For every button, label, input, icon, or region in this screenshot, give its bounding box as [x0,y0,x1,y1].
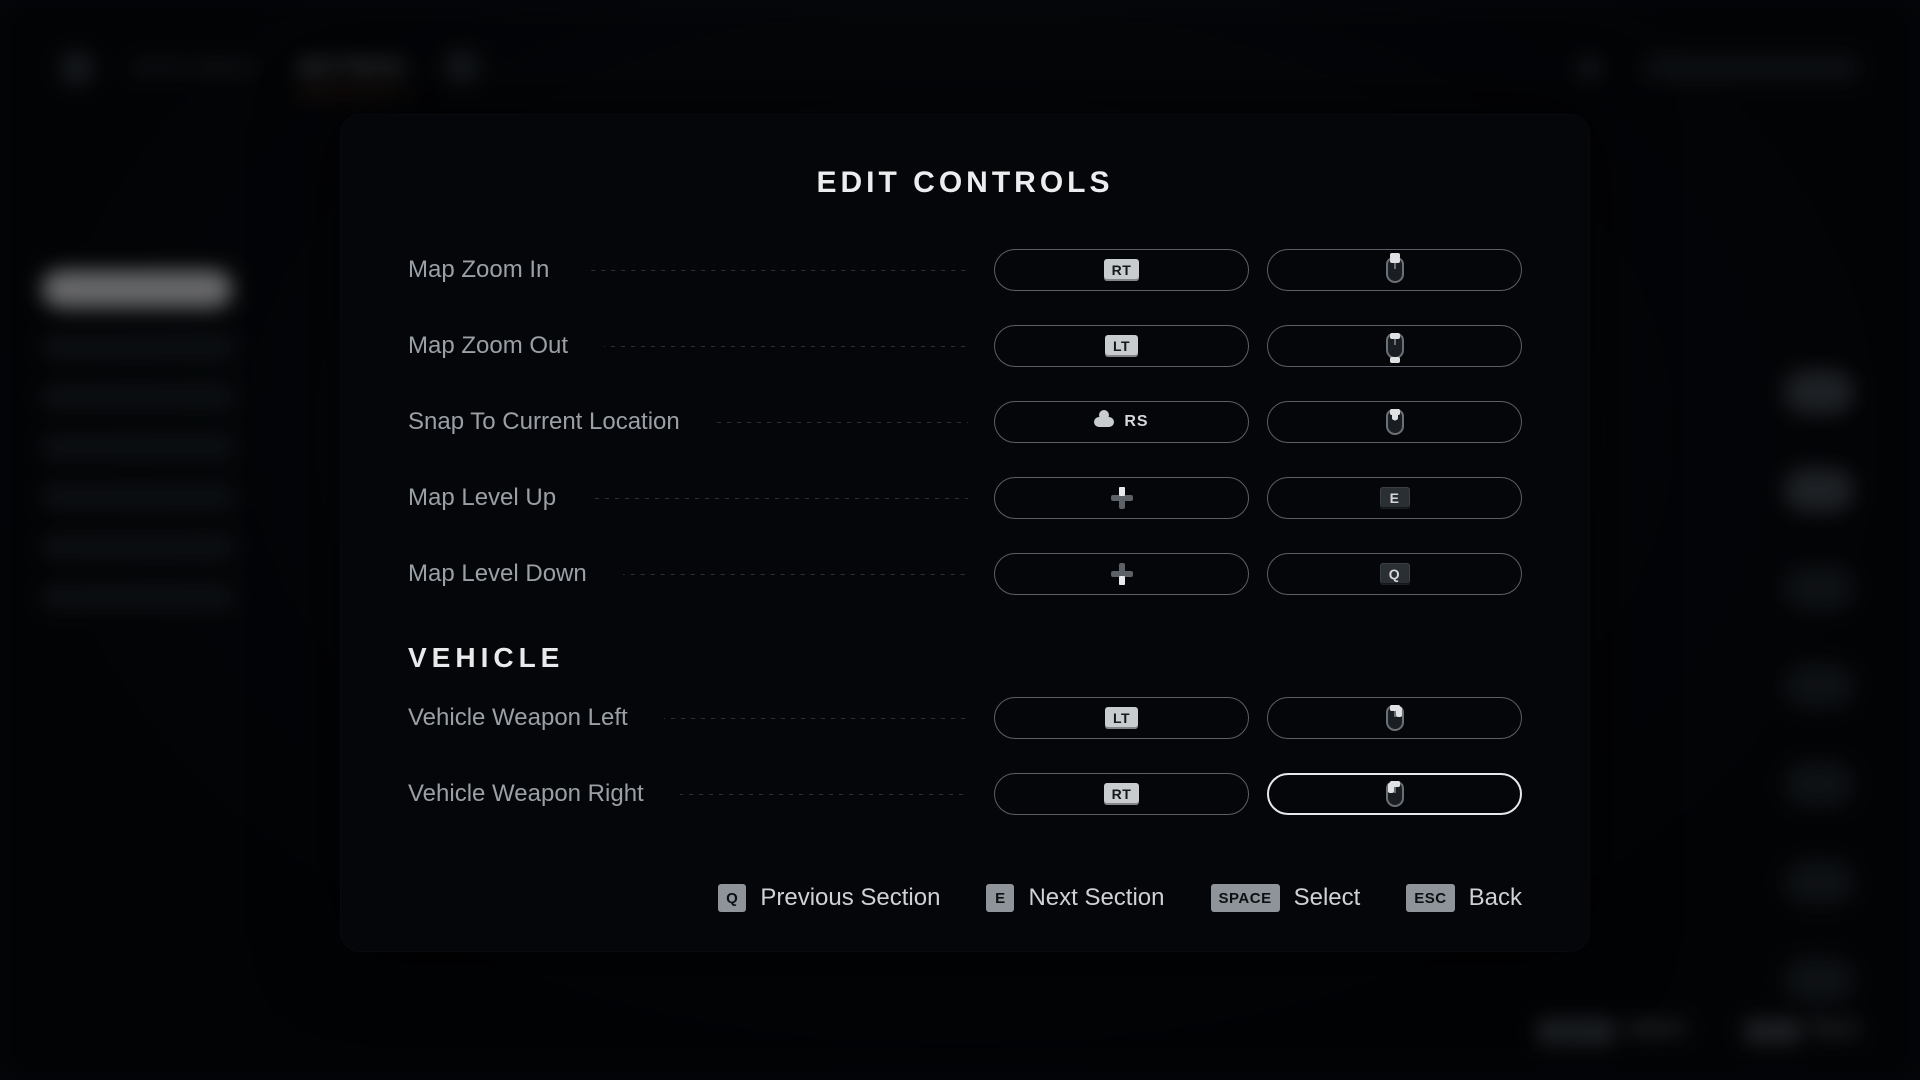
divider-dots [592,498,968,499]
key-icon: Q [718,884,746,912]
mouse-wheel-up-icon [1386,257,1404,283]
bg-footer-item: SPACESelect [1539,1015,1686,1042]
footer-label: Previous Section [760,884,940,912]
binding-slot-primary[interactable]: RS [994,401,1249,443]
control-row: Map Zoom Out LT [408,308,1522,384]
binding-slot-primary[interactable] [994,477,1249,519]
bg-side-item [42,436,232,458]
bg-toggle [1784,664,1854,708]
control-row: Vehicle Weapon Left LT [408,680,1522,756]
keycap-icon: LT [1105,335,1138,357]
binding-slot-secondary[interactable] [1267,325,1522,367]
binding-slot-secondary[interactable] [1267,249,1522,291]
binding-slot-primary[interactable] [994,553,1249,595]
footer-label: Back [1469,884,1522,912]
key-icon: E [986,884,1014,912]
bg-indicator-icon [1578,57,1600,79]
footer-select[interactable]: SPACE Select [1211,884,1361,912]
bg-footer-item: ESCBack [1746,1015,1860,1042]
bg-toggle [1784,860,1854,904]
control-row: Vehicle Weapon Right RT [408,756,1522,832]
control-row: Map Level Up E [408,460,1522,536]
bg-nav-left-icon [60,51,94,85]
bg-toggle [1784,370,1854,414]
modal-footer: Q Previous Section E Next Section SPACE … [408,884,1522,912]
mouse-wheel-down-icon [1386,333,1404,359]
control-label: Vehicle Weapon Left [408,704,628,732]
key-icon: SPACE [1211,884,1280,912]
bg-toggle [1784,958,1854,1002]
modal-title: EDIT CONTROLS [408,166,1522,200]
bg-side-item [42,586,232,608]
binding-slot-primary[interactable]: RT [994,249,1249,291]
bg-nav-active: SETTINGS [297,57,405,80]
bg-side-item [42,486,232,508]
keycap-icon: E [1380,487,1410,509]
dpad-up-icon [1111,487,1133,509]
footer-back[interactable]: ESC Back [1406,884,1522,912]
footer-label: Next Section [1028,884,1164,912]
bg-nav-prev: MAIN MENU [134,57,257,80]
keycap-icon: Q [1380,563,1410,585]
mouse-middle-icon [1386,409,1404,435]
bg-side-item [42,536,232,558]
control-label: Map Level Up [408,484,556,512]
bg-toggle [1784,762,1854,806]
keycap-icon: RT [1104,783,1140,805]
divider-dots [716,422,968,423]
binding-slot-secondary[interactable] [1267,773,1522,815]
control-label: Map Level Down [408,560,587,588]
mouse-right-icon [1386,705,1404,731]
divider-dots [623,574,968,575]
bg-toggle [1784,566,1854,610]
keycap-icon: LT [1105,707,1138,729]
bg-sidebar [42,270,232,608]
divider-dots [604,346,968,347]
footer-next-section[interactable]: E Next Section [986,884,1164,912]
control-label: Snap To Current Location [408,408,680,436]
bg-footer: SPACESelect ESCBack [1539,1015,1860,1042]
control-row: Map Zoom In RT [408,232,1522,308]
keycap-icon: RT [1104,259,1140,281]
edit-controls-modal: EDIT CONTROLS Map Zoom In RT Map Zoom Ou… [340,114,1590,952]
mouse-left-icon [1386,781,1404,807]
control-label: Map Zoom In [408,256,549,284]
rs-click-icon: RS [1094,413,1148,431]
divider-dots [680,794,968,795]
bg-right-toggles [1784,370,1854,1002]
binding-slot-secondary[interactable] [1267,401,1522,443]
footer-prev-section[interactable]: Q Previous Section [718,884,940,912]
bg-side-item [42,336,232,358]
section-heading: VEHICLE [408,642,1522,674]
control-label: Map Zoom Out [408,332,568,360]
binding-slot-secondary[interactable] [1267,697,1522,739]
binding-slot-primary[interactable]: LT [994,325,1249,367]
bg-top-right-pill [1640,54,1860,82]
control-row: Snap To Current Location RS [408,384,1522,460]
divider-dots [585,270,968,271]
bg-side-item [42,386,232,408]
bg-toggle [1784,468,1854,512]
binding-slot-secondary[interactable]: Q [1267,553,1522,595]
control-row: Map Level Down Q [408,536,1522,612]
bg-side-pill [42,270,232,308]
control-rows: Map Zoom In RT Map Zoom Out LT Snap To C… [408,232,1522,832]
binding-slot-primary[interactable]: RT [994,773,1249,815]
bg-nav-right-icon [445,51,479,85]
divider-dots [664,718,968,719]
binding-slot-primary[interactable]: LT [994,697,1249,739]
control-label: Vehicle Weapon Right [408,780,644,808]
key-icon: ESC [1406,884,1454,912]
bg-topbar: MAIN MENU SETTINGS [60,50,1860,86]
binding-slot-secondary[interactable]: E [1267,477,1522,519]
dpad-down-icon [1111,563,1133,585]
footer-label: Select [1294,884,1361,912]
